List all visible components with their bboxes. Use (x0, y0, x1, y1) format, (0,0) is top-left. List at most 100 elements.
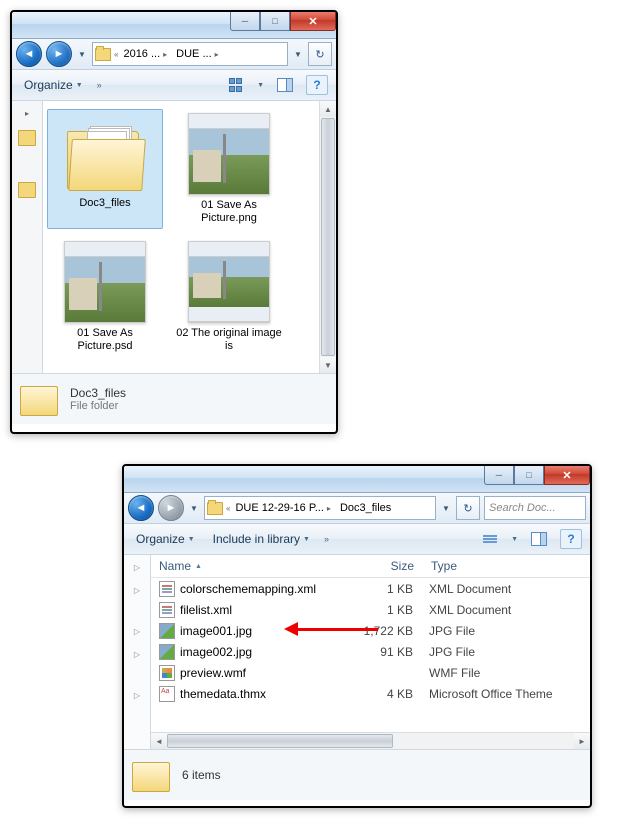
details-pane: 6 items (124, 749, 590, 800)
address-bar[interactable]: « DUE 12-29-16 P... ▸ Doc3_files (204, 496, 436, 520)
file-row[interactable]: image001.jpg 1,722 KB JPG File (151, 620, 590, 641)
xml-file-icon (159, 602, 175, 618)
refresh-button[interactable]: ↻ (456, 496, 480, 520)
address-dropdown[interactable]: ▼ (292, 44, 304, 64)
close-button[interactable]: ✕ (544, 466, 590, 485)
column-size[interactable]: Size (340, 559, 423, 573)
history-dropdown[interactable]: ▼ (76, 44, 88, 64)
folder-icon (132, 758, 172, 792)
toolbar-overflow[interactable]: » (97, 80, 102, 90)
column-name[interactable]: Name ▲ (151, 559, 340, 573)
vertical-scrollbar[interactable]: ▲ ▼ (319, 101, 336, 373)
item-label: 01 Save As Picture.psd (51, 327, 159, 353)
file-rows[interactable]: colorschememapping.xml 1 KB XML Document… (151, 578, 590, 732)
expand-icon[interactable]: ▷ (134, 650, 140, 659)
maximize-button[interactable]: □ (514, 466, 544, 485)
file-item[interactable]: 01 Save As Picture.png (171, 109, 287, 229)
image-file-icon (159, 623, 175, 639)
file-item[interactable]: 02 The original image is (171, 237, 287, 357)
file-type: XML Document (421, 603, 590, 617)
xml-file-icon (159, 581, 175, 597)
scroll-left-icon[interactable]: ◄ (151, 733, 167, 749)
view-mode-dropdown[interactable]: ▼ (511, 536, 518, 543)
back-button[interactable]: ◄ (128, 495, 154, 521)
file-name: filelist.xml (180, 603, 232, 617)
file-type: JPG File (421, 624, 590, 638)
titlebar[interactable]: ─ □ ✕ (124, 466, 590, 493)
item-label: 01 Save As Picture.png (175, 199, 283, 225)
chevron-left-icon: « (114, 50, 118, 59)
file-size: 1 KB (339, 582, 421, 596)
file-item[interactable]: 01 Save As Picture.psd (47, 237, 163, 357)
minimize-button[interactable]: ─ (230, 12, 260, 31)
view-mode-button[interactable] (225, 75, 247, 95)
breadcrumb-segment[interactable]: 2016 ... ▸ (121, 48, 171, 60)
address-bar[interactable]: « 2016 ... ▸ DUE ... ▸ (92, 42, 288, 66)
organize-button[interactable]: Organize ▼ (20, 76, 87, 94)
scroll-up-icon[interactable]: ▲ (320, 101, 336, 117)
scroll-right-icon[interactable]: ► (574, 733, 590, 749)
scroll-thumb[interactable] (167, 734, 393, 748)
image-file-icon (159, 644, 175, 660)
wmf-file-icon (159, 665, 175, 681)
breadcrumb-segment[interactable]: Doc3_files (338, 502, 395, 514)
nav-pane[interactable]: ▷ ▷ ▷ ▷ ▷ (124, 555, 151, 749)
view-mode-button[interactable] (479, 529, 501, 549)
horizontal-scrollbar[interactable]: ◄ ► (151, 732, 590, 749)
refresh-button[interactable]: ↻ (308, 42, 332, 66)
help-button[interactable]: ? (560, 529, 582, 549)
libraries-icon[interactable] (18, 182, 36, 198)
item-label: Doc3_files (51, 197, 159, 210)
breadcrumb-segment[interactable]: DUE ... ▸ (174, 48, 222, 60)
file-row[interactable]: image002.jpg 91 KB JPG File (151, 641, 590, 662)
maximize-button[interactable]: □ (260, 12, 290, 31)
close-button[interactable]: ✕ (290, 12, 336, 31)
preview-pane-button[interactable] (528, 529, 550, 549)
expand-icon[interactable]: ▷ (134, 563, 140, 572)
item-label: 02 The original image is (175, 327, 283, 353)
sort-asc-icon: ▲ (195, 563, 202, 570)
view-mode-dropdown[interactable]: ▼ (257, 82, 264, 89)
file-row[interactable]: colorschememapping.xml 1 KB XML Document (151, 578, 590, 599)
search-input[interactable]: Search Doc... (484, 496, 586, 520)
help-button[interactable]: ? (306, 75, 328, 95)
window-controls: ─ □ ✕ (230, 12, 336, 31)
file-size: 4 KB (339, 687, 421, 701)
thumbnail (64, 241, 146, 323)
window-controls: ─ □ ✕ (484, 466, 590, 485)
back-button[interactable]: ◄ (16, 41, 42, 67)
preview-pane-button[interactable] (274, 75, 296, 95)
thmx-file-icon (159, 686, 175, 702)
file-size: 1 KB (339, 603, 421, 617)
titlebar[interactable]: ─ □ ✕ (12, 12, 336, 39)
toolbar-overflow[interactable]: » (324, 534, 329, 544)
folder-icon (65, 113, 145, 193)
scroll-down-icon[interactable]: ▼ (320, 357, 336, 373)
forward-button[interactable]: ► (46, 41, 72, 67)
organize-button[interactable]: Organize ▼ (132, 530, 199, 548)
file-name: preview.wmf (180, 666, 246, 680)
scroll-thumb[interactable] (321, 118, 335, 356)
minimize-button[interactable]: ─ (484, 466, 514, 485)
forward-button[interactable]: ► (158, 495, 184, 521)
status-text: 6 items (182, 768, 221, 782)
expand-icon[interactable]: ▷ (134, 627, 140, 636)
column-type[interactable]: Type (423, 559, 590, 573)
file-row[interactable]: filelist.xml 1 KB XML Document (151, 599, 590, 620)
favorites-icon[interactable] (18, 130, 36, 146)
nav-pane[interactable]: ▸ (12, 101, 43, 373)
toolbar: Organize ▼ » ▼ ? (12, 70, 336, 101)
address-dropdown[interactable]: ▼ (440, 498, 452, 518)
include-library-button[interactable]: Include in library ▼ (209, 530, 314, 548)
expand-icon[interactable]: ▷ (134, 691, 140, 700)
file-row[interactable]: preview.wmf WMF File (151, 662, 590, 683)
collapse-icon[interactable]: ▸ (25, 109, 29, 118)
breadcrumb-segment[interactable]: DUE 12-29-16 P... ▸ (233, 502, 334, 514)
column-headers: Name ▲ Size Type (151, 555, 590, 578)
folder-item[interactable]: Doc3_files (47, 109, 163, 229)
file-row[interactable]: themedata.thmx 4 KB Microsoft Office The… (151, 683, 590, 704)
history-dropdown[interactable]: ▼ (188, 498, 200, 518)
thumbnail (188, 113, 270, 195)
items-pane[interactable]: Doc3_files 01 Save As Picture.png 01 Sav… (43, 101, 336, 373)
expand-icon[interactable]: ▷ (134, 586, 140, 595)
